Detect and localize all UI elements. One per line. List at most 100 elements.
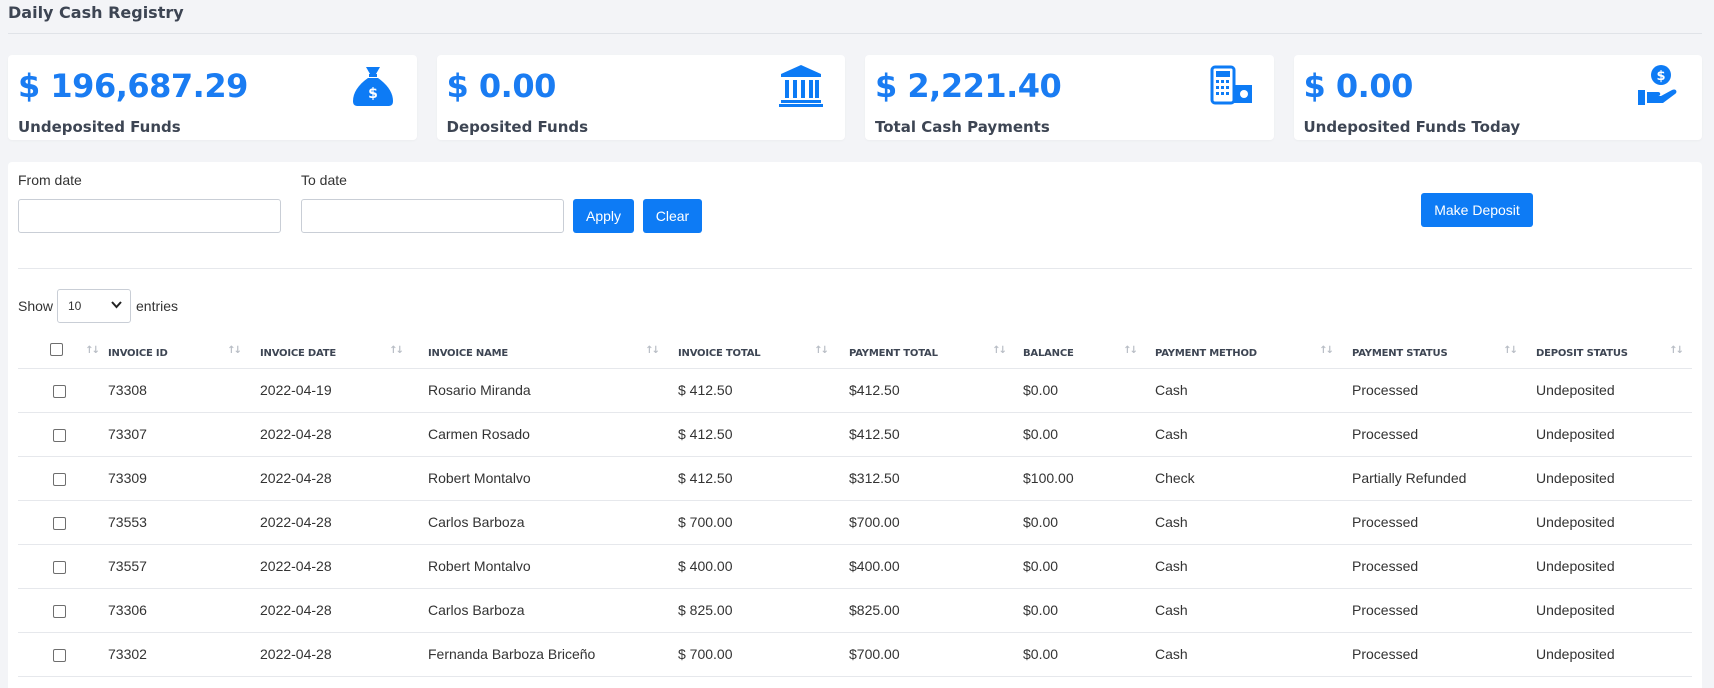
sort-icon[interactable]: ↑↓ [814, 345, 829, 356]
table-row[interactable]: 73302 2022-04-28 Fernanda Barboza Briceño $… [18, 632, 1692, 677]
cell-invoice-id: 73309 [108, 456, 250, 501]
cell-invoice-id: 73302 [108, 632, 250, 677]
header-payment-total[interactable]: Payment Total ↑↓ [837, 329, 1015, 369]
panel-divider [18, 268, 1692, 269]
cell-invoice-name: Rosario Miranda [412, 368, 668, 413]
cell-invoice-name: Fernanda Barboza Briceño [412, 632, 668, 677]
cell-payment-method: Cash [1146, 632, 1342, 677]
sort-icon[interactable]: ↑↓ [645, 345, 660, 356]
card-label: Undeposited Funds [18, 118, 181, 136]
cash-registry-table: ↑↓ Invoice ID ↑↓ Invoice Date ↑↓ Invoice N… [18, 329, 1692, 677]
cell-invoice-date: 2022-04-19 [250, 368, 412, 413]
cell-balance: $100.00 [1015, 456, 1146, 501]
apply-button[interactable]: Apply [573, 199, 634, 233]
row-checkbox[interactable] [53, 604, 66, 618]
cell-payment-total: $412.50 [837, 412, 1015, 457]
row-checkbox[interactable] [53, 472, 66, 486]
table-row[interactable]: 73307 2022-04-28 Carmen Rosado $ 412.50 $412… [18, 412, 1692, 457]
select-all-header: ↑↓ [18, 329, 108, 369]
row-select-cell [18, 368, 108, 413]
select-all-checkbox[interactable] [50, 343, 63, 356]
table-row[interactable]: 73309 2022-04-28 Robert Montalvo $ 412.50 $3… [18, 456, 1692, 501]
svg-text:$: $ [1656, 69, 1665, 84]
cell-deposit-status: Undeposited [1526, 412, 1692, 457]
cell-balance: $0.00 [1015, 368, 1146, 413]
to-date-input[interactable] [301, 199, 564, 233]
cell-invoice-id: 73308 [108, 368, 250, 413]
header-invoice-id[interactable]: Invoice ID ↑↓ [108, 329, 250, 369]
table-row[interactable]: 73308 2022-04-19 Rosario Miranda $ 412.50 $4… [18, 368, 1692, 413]
hand-coin-icon: $ [1638, 65, 1677, 105]
sort-icon[interactable]: ↑↓ [1319, 345, 1334, 356]
from-date-input[interactable] [18, 199, 281, 233]
registry-panel: From date To date Apply Clear Make Depos… [8, 162, 1702, 688]
sort-icon[interactable]: ↑↓ [85, 345, 100, 356]
cell-deposit-status: Undeposited [1526, 456, 1692, 501]
header-balance[interactable]: Balance ↑↓ [1015, 329, 1146, 369]
cell-invoice-id: 73557 [108, 544, 250, 589]
card-amount: $ 0.00 [446, 67, 557, 105]
cell-invoice-date: 2022-04-28 [250, 544, 412, 589]
header-invoice-date[interactable]: Invoice Date ↑↓ [250, 329, 412, 369]
row-select-cell [18, 500, 108, 545]
make-deposit-button[interactable]: Make Deposit [1421, 193, 1533, 227]
table-row[interactable]: 73557 2022-04-28 Robert Montalvo $ 400.00 $4… [18, 544, 1692, 589]
header-payment-method[interactable]: Payment Method ↑↓ [1146, 329, 1342, 369]
sort-icon[interactable]: ↑↓ [1669, 345, 1684, 356]
cell-invoice-name: Carlos Barboza [412, 588, 668, 633]
cell-invoice-total: $ 825.00 [668, 588, 837, 633]
sort-icon[interactable]: ↑↓ [1123, 345, 1138, 356]
card-label: Deposited Funds [446, 118, 589, 136]
cell-invoice-total: $ 412.50 [668, 368, 837, 413]
cell-balance: $0.00 [1015, 544, 1146, 589]
cell-balance: $0.00 [1015, 632, 1146, 677]
cell-balance: $0.00 [1015, 588, 1146, 633]
card-label: Undeposited Funds Today [1303, 118, 1521, 136]
header-invoice-name[interactable]: Invoice Name ↑↓ [412, 329, 668, 369]
cell-payment-total: $700.00 [837, 500, 1015, 545]
cell-payment-method: Cash [1146, 368, 1342, 413]
header-payment-status[interactable]: Payment Status ↑↓ [1342, 329, 1526, 369]
entries-label: entries [136, 298, 179, 314]
sort-icon[interactable]: ↑↓ [992, 345, 1007, 356]
cell-payment-total: $700.00 [837, 632, 1015, 677]
cell-invoice-id: 73307 [108, 412, 250, 457]
row-select-cell [18, 456, 108, 501]
row-checkbox[interactable] [53, 516, 66, 530]
cell-payment-status: Processed [1342, 588, 1526, 633]
sort-icon[interactable]: ↑↓ [1503, 345, 1518, 356]
card-total-cash-payments: $ 2,221.40 Total Cash Payments [865, 55, 1274, 140]
row-checkbox[interactable] [53, 560, 66, 574]
cell-deposit-status: Undeposited [1526, 588, 1692, 633]
table-row[interactable]: 73306 2022-04-28 Carlos Barboza $ 825.00 $82… [18, 588, 1692, 633]
header-invoice-total[interactable]: Invoice Total ↑↓ [668, 329, 837, 369]
table-row[interactable]: 73553 2022-04-28 Carlos Barboza $ 700.00 $70… [18, 500, 1692, 545]
card-amount: $ 0.00 [1303, 67, 1414, 105]
card-undeposited-funds: $ 196,687.29 Undeposited Funds $ [8, 55, 417, 140]
show-label: Show [18, 298, 54, 314]
cell-payment-method: Cash [1146, 412, 1342, 457]
cell-payment-status: Processed [1342, 412, 1526, 457]
row-select-cell [18, 412, 108, 457]
card-amount: $ 2,221.40 [875, 67, 1062, 105]
cell-invoice-name: Carmen Rosado [412, 412, 668, 457]
sort-icon[interactable]: ↑↓ [227, 345, 242, 356]
row-checkbox[interactable] [53, 648, 66, 662]
cell-invoice-id: 73553 [108, 500, 250, 545]
cell-payment-method: Cash [1146, 544, 1342, 589]
row-checkbox[interactable] [53, 428, 66, 442]
row-select-cell [18, 588, 108, 633]
header-deposit-status[interactable]: Deposit Status ↑↓ [1526, 329, 1692, 369]
clear-button[interactable]: Clear [643, 199, 702, 233]
cell-invoice-total: $ 700.00 [668, 632, 837, 677]
cell-payment-status: Processed [1342, 500, 1526, 545]
cell-deposit-status: Undeposited [1526, 500, 1692, 545]
cell-payment-method: Cash [1146, 588, 1342, 633]
sort-icon[interactable]: ↑↓ [389, 345, 404, 356]
row-checkbox[interactable] [53, 384, 66, 398]
cell-deposit-status: Undeposited [1526, 544, 1692, 589]
entries-select[interactable]: 10 [57, 289, 131, 323]
svg-text:$: $ [368, 86, 378, 102]
cell-invoice-total: $ 412.50 [668, 412, 837, 457]
cell-invoice-total: $ 400.00 [668, 544, 837, 589]
